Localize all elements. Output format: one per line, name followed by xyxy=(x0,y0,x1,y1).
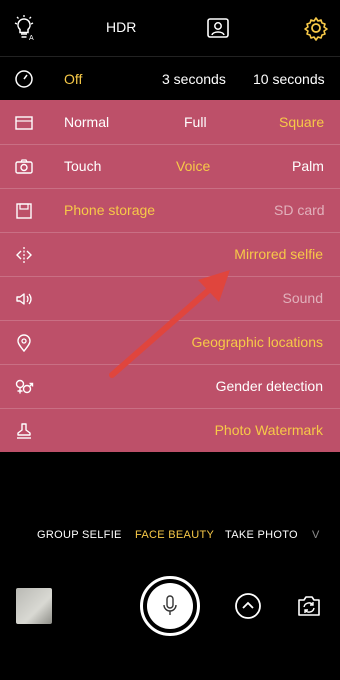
option-square[interactable]: Square xyxy=(279,114,324,130)
geographic-locations-label: Geographic locations xyxy=(191,334,323,350)
microphone-icon xyxy=(163,595,177,615)
sound-label: Sound xyxy=(282,290,323,306)
gender-icon xyxy=(15,379,34,394)
gender-detection-label: Gender detection xyxy=(215,378,323,394)
photo-watermark-label: Photo Watermark xyxy=(214,422,323,438)
storage-row: Phone storage SD card xyxy=(0,188,340,233)
aspect-ratio-row: Normal Full Square xyxy=(0,100,340,145)
mode-video-partial[interactable]: V xyxy=(312,529,320,541)
svg-text:A: A xyxy=(29,35,34,42)
shutter-button[interactable] xyxy=(140,576,200,636)
mode-face-beauty[interactable]: FACE BEAUTY xyxy=(135,529,214,541)
geographic-locations-row[interactable]: Geographic locations xyxy=(0,320,340,365)
storage-icon xyxy=(16,203,32,219)
aspect-ratio-icon xyxy=(15,116,33,130)
option-phone-storage[interactable]: Phone storage xyxy=(64,202,155,218)
option-sd-card[interactable]: SD card xyxy=(274,202,325,218)
gear-icon[interactable] xyxy=(302,14,330,42)
camera-icon xyxy=(15,159,33,174)
switch-camera-icon[interactable] xyxy=(296,594,322,618)
settings-panel: Normal Full Square Touch Voice Palm Phon… xyxy=(0,100,340,452)
hdr-toggle[interactable]: HDR xyxy=(106,19,136,35)
option-normal[interactable]: Normal xyxy=(64,114,109,130)
option-full[interactable]: Full xyxy=(184,114,207,130)
option-voice[interactable]: Voice xyxy=(176,158,210,174)
mode-group-selfie[interactable]: GROUP SELFIE xyxy=(37,529,122,541)
gallery-thumbnail[interactable] xyxy=(16,588,52,624)
portrait-frame-icon[interactable] xyxy=(204,14,232,42)
photo-watermark-row[interactable]: Photo Watermark xyxy=(0,408,340,452)
timer-10s-option[interactable]: 10 seconds xyxy=(253,71,325,87)
sound-row[interactable]: Sound xyxy=(0,276,340,321)
gender-detection-row[interactable]: Gender detection xyxy=(0,364,340,409)
camera-mode-bar: GROUP SELFIE FACE BEAUTY TAKE PHOTO V xyxy=(0,526,340,546)
stamp-icon xyxy=(17,423,31,439)
shutter-trigger-row: Touch Voice Palm xyxy=(0,144,340,189)
expand-up-icon[interactable] xyxy=(234,592,262,620)
top-bar: A HDR xyxy=(0,0,340,56)
timer-3s-option[interactable]: 3 seconds xyxy=(162,71,226,87)
timer-icon xyxy=(15,70,33,88)
speaker-icon xyxy=(16,293,32,305)
mode-take-photo[interactable]: TAKE PHOTO xyxy=(225,529,298,541)
shutter-inner xyxy=(147,583,193,629)
timer-row: Off 3 seconds 10 seconds xyxy=(0,56,340,101)
option-touch[interactable]: Touch xyxy=(64,158,101,174)
mirrored-selfie-label: Mirrored selfie xyxy=(234,246,323,262)
timer-off-option[interactable]: Off xyxy=(64,71,82,87)
mirror-icon xyxy=(16,247,32,263)
bulb-auto-icon[interactable]: A xyxy=(10,14,38,42)
location-pin-icon xyxy=(17,334,31,353)
option-palm[interactable]: Palm xyxy=(292,158,324,174)
mirrored-selfie-row[interactable]: Mirrored selfie xyxy=(0,232,340,277)
